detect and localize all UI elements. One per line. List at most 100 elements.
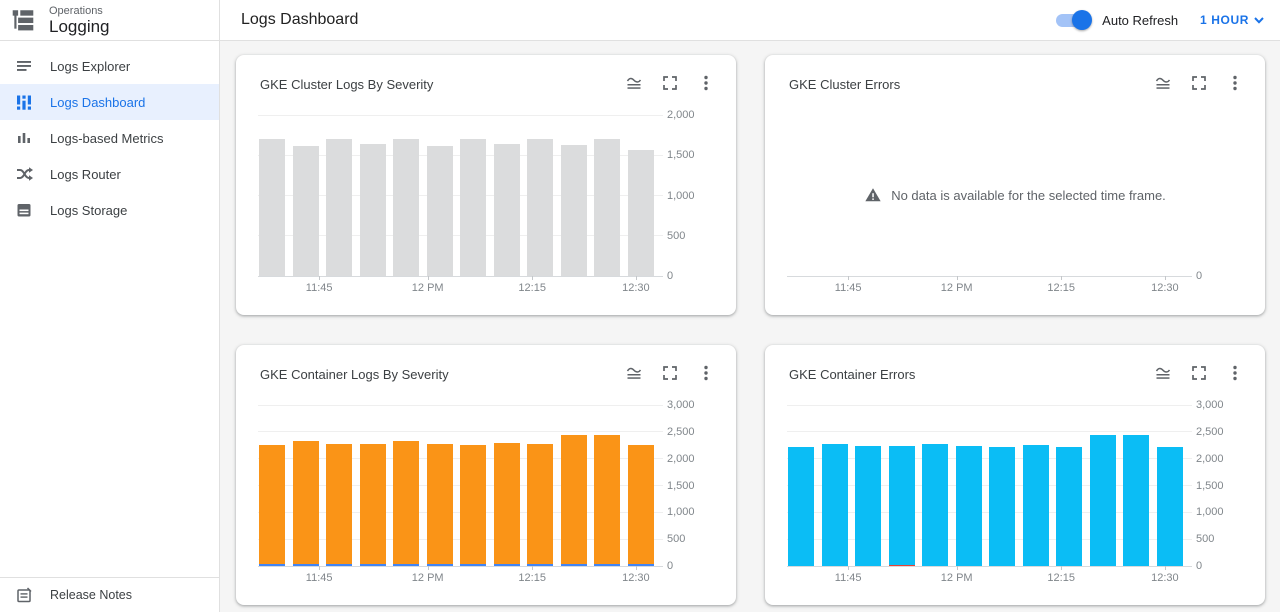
warning-icon <box>864 186 882 204</box>
x-axis-label: 11:45 <box>291 282 347 294</box>
y-axis-label: 2,500 <box>667 426 695 438</box>
x-axis-tick <box>319 566 320 570</box>
y-axis-label: 500 <box>667 533 685 545</box>
bar[interactable] <box>427 444 453 564</box>
gridline <box>258 405 663 406</box>
bar[interactable] <box>922 444 948 566</box>
fullscreen-icon[interactable] <box>1190 74 1208 92</box>
fullscreen-icon[interactable] <box>661 74 679 92</box>
bar[interactable] <box>855 446 881 566</box>
more-options-icon[interactable] <box>697 74 715 92</box>
x-axis-label: 12:30 <box>1137 572 1193 584</box>
x-axis-label: 11:45 <box>820 282 876 294</box>
x-axis-tick <box>1061 276 1062 280</box>
y-axis-label: 0 <box>667 270 673 282</box>
bar[interactable] <box>561 145 587 276</box>
bar[interactable] <box>594 564 620 566</box>
y-axis-label: 1,000 <box>667 190 695 202</box>
bar[interactable] <box>628 150 654 276</box>
bar[interactable] <box>460 445 486 564</box>
fullscreen-icon[interactable] <box>661 364 679 382</box>
more-options-icon[interactable] <box>1226 74 1244 92</box>
bar[interactable] <box>561 564 587 566</box>
x-axis-label: 12 PM <box>929 282 985 294</box>
bar[interactable] <box>494 443 520 564</box>
bar[interactable] <box>1056 447 1082 566</box>
x-axis-label: 12 PM <box>929 572 985 584</box>
bar[interactable] <box>326 139 352 276</box>
bar[interactable] <box>1123 435 1149 566</box>
bar[interactable] <box>427 146 453 276</box>
sidebar-item-logs-based-metrics[interactable]: Logs-based Metrics <box>0 120 219 156</box>
bar[interactable] <box>393 441 419 563</box>
y-axis-label: 3,000 <box>1196 399 1224 411</box>
bar-chart: 2,0001,5001,000500011:4512 PM12:1512:30 <box>236 55 736 315</box>
x-axis-tick <box>1165 276 1166 280</box>
bar-chart: 3,0002,5002,0001,5001,000500011:4512 PM1… <box>765 345 1265 605</box>
sidebar-item-logs-explorer[interactable]: Logs Explorer <box>0 48 219 84</box>
bar[interactable] <box>561 435 587 564</box>
bar[interactable] <box>822 444 848 566</box>
chart-title: GKE Cluster Logs By Severity <box>260 77 433 92</box>
sidebar-item-label: Logs Explorer <box>50 59 130 74</box>
bar[interactable] <box>494 144 520 276</box>
bar[interactable] <box>360 144 386 276</box>
bar[interactable] <box>259 139 285 276</box>
time-range-dropdown[interactable]: 1 HOUR <box>1200 13 1264 27</box>
wave-chart-icon[interactable] <box>1154 74 1172 92</box>
wave-chart-icon[interactable] <box>625 364 643 382</box>
x-axis-label: 12:30 <box>608 572 664 584</box>
bar[interactable] <box>460 139 486 276</box>
bar[interactable] <box>293 441 319 563</box>
bar[interactable] <box>393 564 419 566</box>
bar[interactable] <box>594 139 620 276</box>
bar[interactable] <box>427 564 453 566</box>
bar[interactable] <box>527 564 553 566</box>
y-axis-label: 1,000 <box>1196 506 1224 518</box>
more-options-icon[interactable] <box>697 364 715 382</box>
sidebar-item-logs-router[interactable]: Logs Router <box>0 156 219 192</box>
more-options-icon[interactable] <box>1226 364 1244 382</box>
chart-card-gke-container-logs: GKE Container Logs By Severity 3,0002,50… <box>236 345 736 605</box>
sidebar-item-logs-storage[interactable]: Logs Storage <box>0 192 219 228</box>
bar[interactable] <box>259 445 285 564</box>
bar[interactable] <box>628 445 654 564</box>
release-notes-icon <box>15 586 33 604</box>
chart-title: GKE Container Errors <box>789 367 915 382</box>
bar[interactable] <box>1023 445 1049 566</box>
bar[interactable] <box>393 139 419 276</box>
bar[interactable] <box>360 444 386 564</box>
wave-chart-icon[interactable] <box>1154 364 1172 382</box>
bar[interactable] <box>527 444 553 564</box>
bar[interactable] <box>326 444 352 564</box>
bar[interactable] <box>1090 435 1116 566</box>
bar[interactable] <box>293 146 319 276</box>
bar[interactable] <box>956 446 982 566</box>
bar[interactable] <box>889 446 915 565</box>
x-axis-tick <box>532 566 533 570</box>
x-axis-label: 12 PM <box>400 282 456 294</box>
bar[interactable] <box>494 564 520 566</box>
bar[interactable] <box>326 564 352 566</box>
x-axis-label: 12:30 <box>1137 282 1193 294</box>
sidebar-item-logs-dashboard[interactable]: Logs Dashboard <box>0 84 219 120</box>
bar[interactable] <box>527 139 553 276</box>
wave-chart-icon[interactable] <box>625 74 643 92</box>
bar[interactable] <box>360 564 386 566</box>
bar[interactable] <box>788 447 814 566</box>
sidebar-item-release-notes[interactable]: Release Notes <box>0 577 219 612</box>
bar[interactable] <box>889 565 915 566</box>
bar[interactable] <box>460 564 486 566</box>
y-axis-label: 1,500 <box>667 480 695 492</box>
chart-card-gke-cluster-logs: GKE Cluster Logs By Severity 2,0001,5001… <box>236 55 736 315</box>
auto-refresh-toggle[interactable] <box>1056 10 1090 30</box>
bar[interactable] <box>293 564 319 566</box>
bar[interactable] <box>989 447 1015 566</box>
logging-logo-icon <box>10 7 36 33</box>
bar[interactable] <box>1157 447 1183 566</box>
sidebar: Operations Logging Logs Explorer <box>0 0 220 612</box>
bar[interactable] <box>628 564 654 566</box>
bar[interactable] <box>259 564 285 566</box>
fullscreen-icon[interactable] <box>1190 364 1208 382</box>
bar[interactable] <box>594 435 620 564</box>
